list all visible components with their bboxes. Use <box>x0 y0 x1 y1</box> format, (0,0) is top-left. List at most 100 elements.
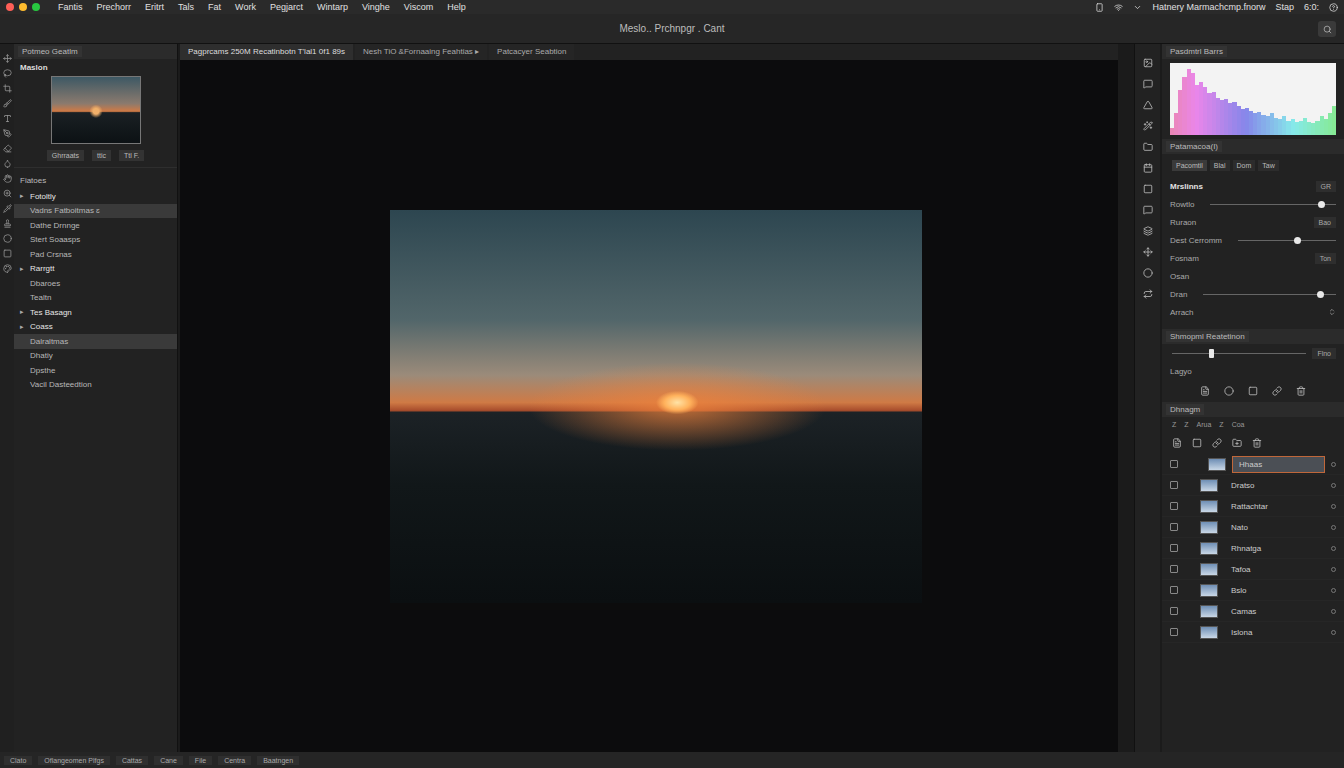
tool-icon[interactable] <box>3 264 12 273</box>
layer-checkbox[interactable] <box>1170 481 1178 489</box>
traffic-light[interactable] <box>6 3 14 11</box>
navigator-button[interactable]: Ttl F. <box>119 150 144 161</box>
dropdown-icon[interactable] <box>1328 308 1336 316</box>
panel-tab[interactable]: Potmeo Geatlm <box>14 44 177 59</box>
layer-name[interactable]: Rattachtar <box>1224 498 1325 515</box>
layer-tool-icon[interactable] <box>1192 438 1202 448</box>
tab-label[interactable]: Potmeo Geatlm <box>18 46 82 57</box>
tool-icon[interactable] <box>3 189 12 198</box>
adjustment-icon[interactable] <box>1224 386 1234 396</box>
navigator-thumbnail[interactable] <box>51 76 141 144</box>
preset-item[interactable]: Pad Crsnas <box>14 247 177 262</box>
menu-item[interactable]: Vinghe <box>362 2 390 12</box>
document-tab[interactable]: Nesh TiO &Fornaaing Feahtias ▸ <box>355 44 487 60</box>
preset-item[interactable]: ▸Rarrgtt <box>14 262 177 277</box>
panel-icon[interactable] <box>1143 142 1153 152</box>
layer-checkbox[interactable] <box>1170 565 1178 573</box>
toolbar-button[interactable]: Z <box>1219 421 1223 428</box>
toolbar-button[interactable]: Coa <box>1232 421 1245 428</box>
preset-item[interactable]: Dathe Drnnge <box>14 218 177 233</box>
preset-item[interactable]: Dpsthe <box>14 363 177 378</box>
menu-item[interactable]: Fat <box>208 2 221 12</box>
preset-item[interactable]: ▸Fotoltly <box>14 189 177 204</box>
tool-icon[interactable] <box>3 84 12 93</box>
layer-name[interactable]: Nato <box>1224 519 1325 536</box>
status-item[interactable]: Oflangeomen Plfgs <box>38 756 110 765</box>
layer-row[interactable]: Hhaas <box>1162 454 1344 475</box>
tool-icon[interactable] <box>3 204 12 213</box>
status-item[interactable]: Centra <box>218 756 251 765</box>
panel-icon[interactable] <box>1143 268 1153 278</box>
sub-tab[interactable]: Dom <box>1233 160 1256 171</box>
menu-item[interactable]: Viscom <box>404 2 433 12</box>
layer-checkbox[interactable] <box>1170 523 1178 531</box>
panel-icon[interactable] <box>1143 58 1153 68</box>
preset-item[interactable]: Dbaroes <box>14 276 177 291</box>
status-item[interactable]: Cane <box>154 756 183 765</box>
layer-name[interactable]: Camas <box>1224 603 1325 620</box>
menu-item[interactable]: Prechorr <box>97 2 132 12</box>
layer-tool-icon[interactable] <box>1212 438 1222 448</box>
navigator-button[interactable]: ttic <box>92 150 111 161</box>
traffic-light[interactable] <box>19 3 27 11</box>
panel-icon[interactable] <box>1143 100 1153 110</box>
layer-row[interactable]: Islona <box>1162 622 1344 643</box>
slider[interactable] <box>1238 240 1336 241</box>
layer-name[interactable]: Hhaas <box>1232 456 1325 473</box>
preset-item[interactable]: Dalraltmas <box>14 334 177 349</box>
panel-icon[interactable] <box>1143 205 1153 215</box>
tool-icon[interactable] <box>3 114 12 123</box>
layer-name[interactable]: Rhnatga <box>1224 540 1325 557</box>
adjustments-tab[interactable]: Shmopml Reatetinon <box>1162 329 1344 344</box>
layer-checkbox[interactable] <box>1170 628 1178 636</box>
slider[interactable] <box>1210 204 1336 205</box>
layer-checkbox[interactable] <box>1170 544 1178 552</box>
adjustment-icon[interactable] <box>1296 386 1306 396</box>
adjustment-icon[interactable] <box>1200 386 1210 396</box>
status-item[interactable]: Baatngen <box>257 756 299 765</box>
layer-row[interactable]: Nato <box>1162 517 1344 538</box>
document-tab[interactable]: Pagprcams 250M Recatinbotn T'lal1 0f1 89… <box>180 44 353 60</box>
toolbar-button[interactable]: Z <box>1172 421 1176 428</box>
tool-icon[interactable] <box>3 249 12 258</box>
tool-icon[interactable] <box>3 159 12 168</box>
help-icon[interactable] <box>1329 3 1338 12</box>
traffic-light[interactable] <box>32 3 40 11</box>
panel-icon[interactable] <box>1143 247 1153 257</box>
layer-row[interactable]: Dratso <box>1162 475 1344 496</box>
status-item[interactable]: Clato <box>4 756 32 765</box>
tool-icon[interactable] <box>3 219 12 228</box>
toolbar-button[interactable]: Arua <box>1197 421 1212 428</box>
panel-icon[interactable] <box>1143 163 1153 173</box>
menu-item[interactable]: Work <box>235 2 256 12</box>
sub-tab[interactable]: Pacomtil <box>1172 160 1207 171</box>
layer-name[interactable]: Bslo <box>1224 582 1325 599</box>
tool-icon[interactable] <box>3 129 12 138</box>
toolbar-button[interactable]: Z <box>1184 421 1188 428</box>
slider-thumb[interactable] <box>1209 349 1214 358</box>
adjustment-icon[interactable] <box>1272 386 1282 396</box>
menu-item[interactable]: Tals <box>178 2 194 12</box>
status-item[interactable]: Cattas <box>116 756 148 765</box>
status-item[interactable]: File <box>189 756 212 765</box>
preset-item[interactable]: ▸Coass <box>14 320 177 335</box>
tool-icon[interactable] <box>3 144 12 153</box>
navigator-button[interactable]: Ghrraats <box>47 150 84 161</box>
menu-item[interactable]: Help <box>447 2 466 12</box>
menu-item[interactable]: Pegjarct <box>270 2 303 12</box>
tool-icon[interactable] <box>3 234 12 243</box>
layer-tool-icon[interactable] <box>1232 438 1242 448</box>
layer-name[interactable]: Tafoa <box>1224 561 1325 578</box>
slider-thumb[interactable] <box>1318 201 1325 208</box>
slider-thumb[interactable] <box>1317 291 1324 298</box>
search-button[interactable] <box>1318 21 1336 37</box>
layer-checkbox[interactable] <box>1170 460 1178 468</box>
document-tab[interactable]: Patcacyer Seabtion <box>489 44 574 60</box>
slider-thumb[interactable] <box>1294 237 1301 244</box>
layer-name[interactable]: Dratso <box>1224 477 1325 494</box>
layer-row[interactable]: Rhnatga <box>1162 538 1344 559</box>
layer-checkbox[interactable] <box>1170 607 1178 615</box>
adjustment-icon[interactable] <box>1248 386 1258 396</box>
layer-name[interactable]: Islona <box>1224 624 1325 641</box>
layer-row[interactable]: Rattachtar <box>1162 496 1344 517</box>
